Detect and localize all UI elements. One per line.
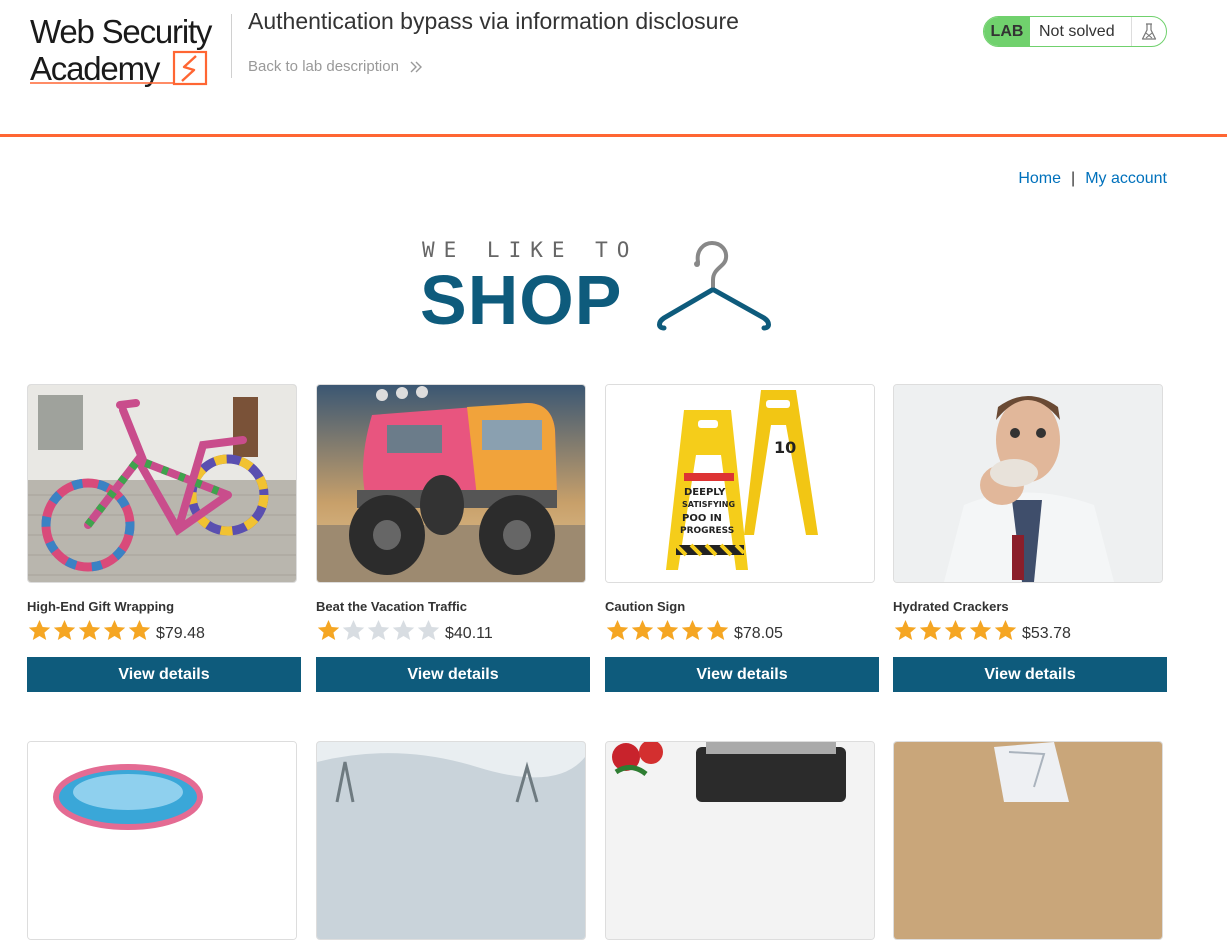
product-card: [27, 741, 301, 940]
svg-text:Academy: Academy: [30, 50, 161, 87]
nav-separator: |: [1071, 170, 1076, 187]
star-filled-icon: [103, 619, 126, 640]
view-details-button[interactable]: View details: [605, 657, 879, 692]
star-empty-icon: [417, 619, 440, 640]
product-rating: $53.78: [893, 619, 1071, 645]
rating-stars: [27, 619, 152, 646]
svg-text:DEEPLY: DEEPLY: [684, 487, 726, 498]
star-empty-icon: [367, 619, 390, 640]
star-filled-icon: [994, 619, 1017, 640]
lab-status-text: Not solved: [1030, 17, 1132, 46]
header-divider: [231, 14, 232, 78]
product-card: DEEPLY SATISFYING POO IN PROGRESS 10 Cau…: [605, 384, 879, 692]
lab-badge: LAB: [984, 17, 1030, 46]
rating-stars: [893, 619, 1018, 646]
view-details-button[interactable]: View details: [27, 657, 301, 692]
star-filled-icon: [919, 619, 942, 640]
hanger-icon: [657, 240, 771, 331]
product-card: Beat the Vacation Traffic $40.11 View de…: [316, 384, 590, 692]
product-image-vacation-traffic[interactable]: [316, 384, 586, 583]
view-details-button[interactable]: View details: [893, 657, 1167, 692]
star-empty-icon: [342, 619, 365, 640]
double-chevron-right-icon: [410, 61, 423, 73]
flask-icon: [1132, 17, 1166, 46]
banner-title: SHOP: [420, 261, 623, 339]
product-card: High-End Gift Wrapping $79.48 View detai…: [27, 384, 301, 692]
product-image[interactable]: [27, 741, 297, 940]
svg-text:Web Security: Web Security: [30, 13, 213, 50]
svg-text:10: 10: [774, 438, 796, 457]
rating-stars: [316, 619, 441, 646]
star-empty-icon: [392, 619, 415, 640]
product-rating: $40.11: [316, 619, 493, 645]
star-filled-icon: [606, 619, 629, 640]
star-filled-icon: [706, 619, 729, 640]
star-filled-icon: [128, 619, 151, 640]
top-navigation: Home | My account: [1018, 170, 1167, 188]
product-card: [605, 741, 879, 940]
star-filled-icon: [944, 619, 967, 640]
product-name: High-End Gift Wrapping: [27, 599, 175, 614]
product-card: [316, 741, 590, 940]
svg-text:POO IN: POO IN: [682, 513, 722, 524]
product-price: $79.48: [156, 625, 205, 642]
back-to-lab-description-link[interactable]: Back to lab description: [248, 58, 423, 75]
star-filled-icon: [53, 619, 76, 640]
product-image-caution-sign[interactable]: DEEPLY SATISFYING POO IN PROGRESS 10: [605, 384, 875, 583]
star-filled-icon: [78, 619, 101, 640]
product-image-gift-wrapping[interactable]: [27, 384, 297, 583]
lab-header: Web Security Academy Authentication bypa…: [0, 0, 1227, 138]
product-card: Hydrated Crackers $53.78 View details: [893, 384, 1167, 692]
product-image[interactable]: [316, 741, 586, 940]
star-filled-icon: [28, 619, 51, 640]
product-rating: $79.48: [27, 619, 205, 645]
product-image-hydrated-crackers[interactable]: [893, 384, 1163, 583]
svg-text:SATISFYING: SATISFYING: [682, 500, 735, 509]
product-name: Caution Sign: [605, 599, 686, 614]
back-link-label: Back to lab description: [248, 58, 399, 75]
product-price: $78.05: [734, 625, 783, 642]
product-rating: $78.05: [605, 619, 783, 645]
nav-home-link[interactable]: Home: [1018, 170, 1061, 187]
shop-banner: WE LIKE TO SHOP: [420, 238, 780, 339]
star-filled-icon: [681, 619, 704, 640]
banner-tagline: WE LIKE TO: [422, 238, 639, 262]
product-name: Hydrated Crackers: [893, 599, 1009, 614]
web-security-academy-logo[interactable]: Web Security Academy: [30, 12, 230, 88]
product-card: [893, 741, 1167, 940]
star-filled-icon: [656, 619, 679, 640]
star-filled-icon: [317, 619, 340, 640]
star-filled-icon: [631, 619, 654, 640]
product-image[interactable]: [605, 741, 875, 940]
header-accent-rule: [0, 134, 1227, 137]
product-price: $40.11: [445, 625, 493, 642]
lab-status-widget: LAB Not solved: [983, 16, 1167, 47]
star-filled-icon: [894, 619, 917, 640]
rating-stars: [605, 619, 730, 646]
view-details-button[interactable]: View details: [316, 657, 590, 692]
product-name: Beat the Vacation Traffic: [316, 599, 467, 614]
product-price: $53.78: [1022, 625, 1071, 642]
lab-title: Authentication bypass via information di…: [248, 8, 739, 34]
star-filled-icon: [969, 619, 992, 640]
product-image[interactable]: [893, 741, 1163, 940]
nav-my-account-link[interactable]: My account: [1085, 170, 1167, 187]
svg-text:PROGRESS: PROGRESS: [680, 526, 734, 536]
